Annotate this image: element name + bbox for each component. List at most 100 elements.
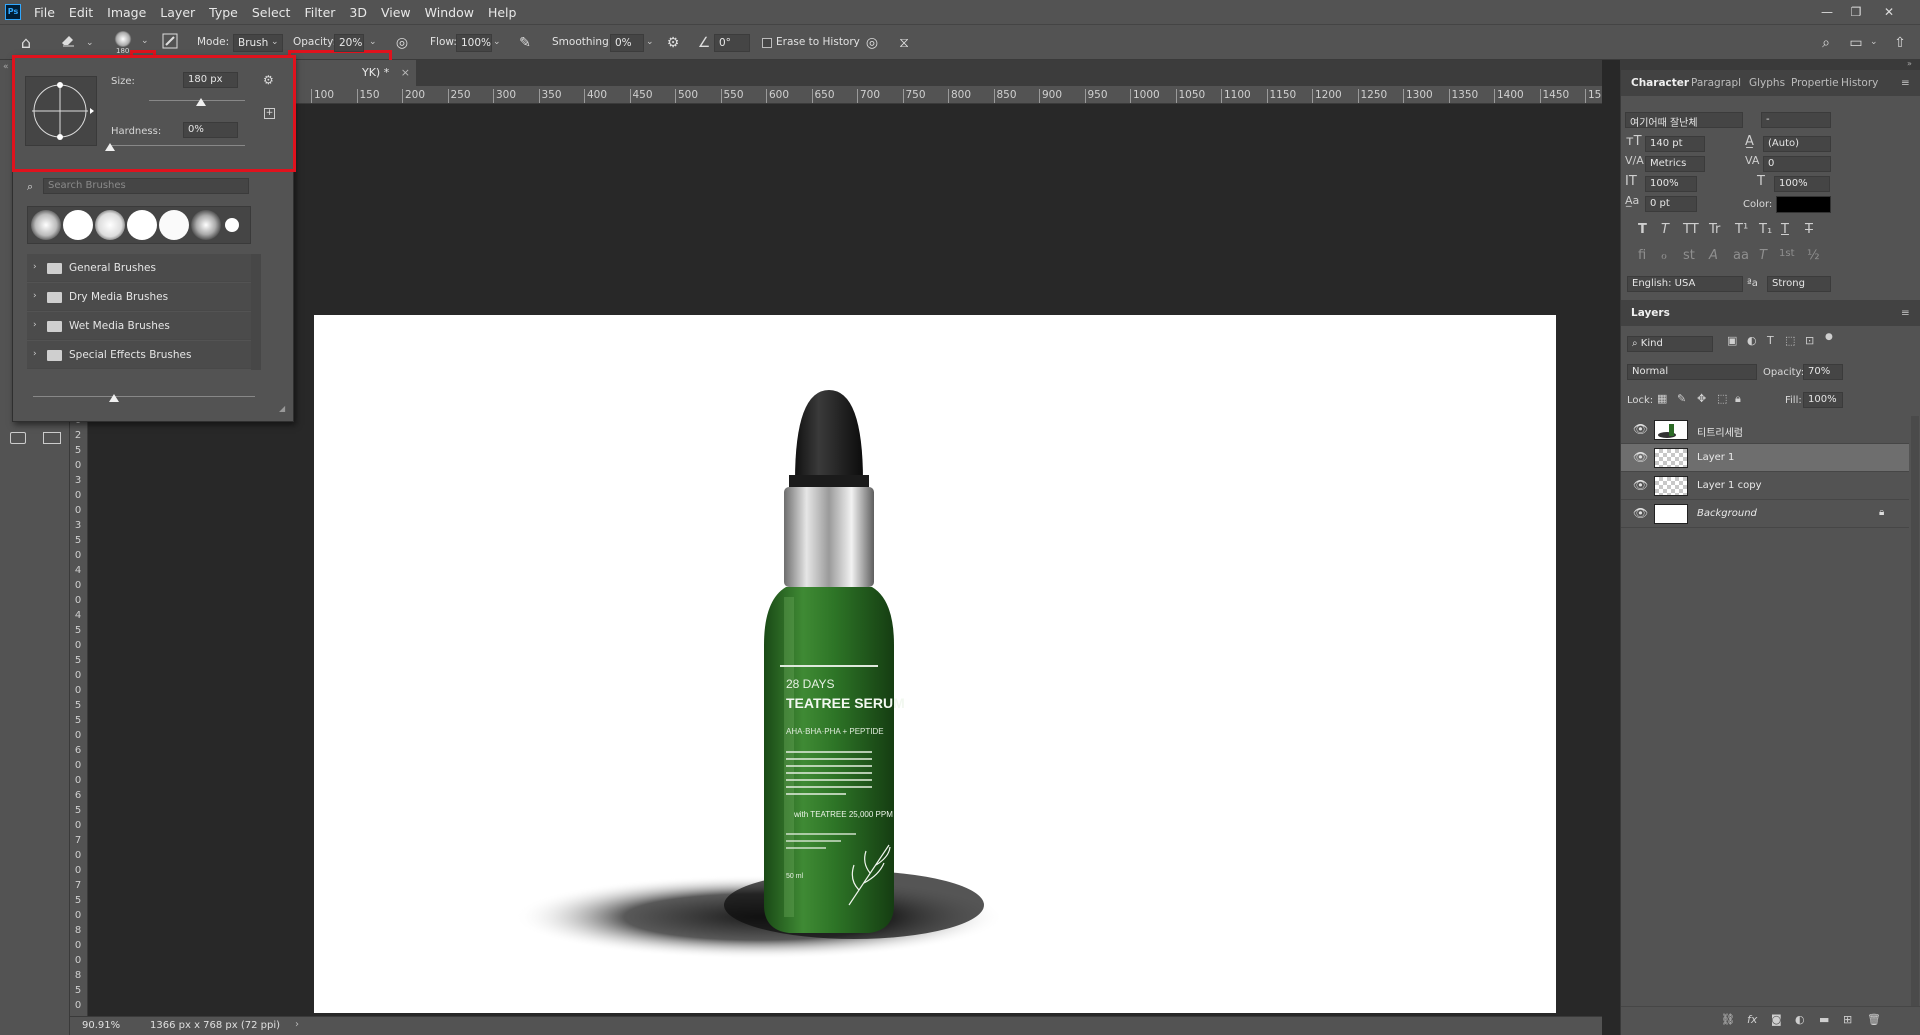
fractions-icon[interactable]: ½ <box>1807 248 1820 263</box>
faux-bold-icon[interactable]: T <box>1638 222 1647 237</box>
lock-position-icon[interactable]: ✥ <box>1697 392 1706 405</box>
tab-history[interactable]: History <box>1841 77 1878 89</box>
filter-shape-icon[interactable]: ⬚ <box>1785 334 1795 347</box>
lock-artboard-icon[interactable]: ⬚ <box>1717 392 1727 405</box>
discretionary-ligature-icon[interactable]: st <box>1683 248 1695 263</box>
smoothing-input[interactable]: 0% <box>610 34 644 52</box>
delete-layer-icon[interactable]: 🗑︎ <box>1867 1013 1881 1026</box>
superscript-icon[interactable]: T¹ <box>1735 222 1748 237</box>
visibility-eye-icon[interactable]: 👁︎ <box>1633 450 1648 464</box>
fill-input[interactable]: 100% <box>1803 392 1843 408</box>
brush-tip-7[interactable] <box>225 218 239 232</box>
menu-select[interactable]: Select <box>245 5 298 20</box>
layer-name[interactable]: 티트리세럼 <box>1697 424 1743 439</box>
menu-type[interactable]: Type <box>202 5 245 20</box>
erase-to-history-checkbox[interactable] <box>762 38 772 48</box>
flow-chevron-icon[interactable]: ⌄ <box>493 37 501 47</box>
layer-lock-icon[interactable]: 🔒︎ <box>1879 507 1884 518</box>
visibility-eye-icon[interactable]: 👁︎ <box>1633 478 1648 492</box>
filter-smart-object-icon[interactable]: ⊡ <box>1805 334 1814 347</box>
airbrush-icon[interactable]: ✎ <box>515 33 535 53</box>
filter-type-icon[interactable]: T <box>1767 334 1774 347</box>
menu-filter[interactable]: Filter <box>297 5 342 20</box>
lock-pixels-icon[interactable]: ✎ <box>1677 392 1686 405</box>
blend-mode-dropdown[interactable]: Normal <box>1627 364 1757 380</box>
old-style-icon[interactable]: ℴ <box>1661 248 1667 263</box>
smoothing-chevron-icon[interactable]: ⌄ <box>646 37 654 47</box>
all-caps-icon[interactable]: TT <box>1683 222 1699 237</box>
home-icon[interactable]: ⌂ <box>16 33 36 53</box>
collapse-panels-icon[interactable]: » <box>1907 59 1912 68</box>
brush-folder-wet-media[interactable]: › Wet Media Brushes <box>27 312 251 340</box>
tab-layers[interactable]: Layers <box>1631 307 1670 319</box>
font-style-dropdown[interactable]: - <box>1761 112 1831 128</box>
tab-character[interactable]: Character <box>1631 77 1689 89</box>
faux-italic-icon[interactable]: T <box>1661 222 1669 237</box>
opacity-input[interactable]: 20% <box>334 34 364 52</box>
symmetry-icon[interactable]: ⧖ <box>894 33 914 53</box>
horizontal-scale-input[interactable]: 100% <box>1774 176 1830 192</box>
layer-name[interactable]: Layer 1 copy <box>1697 480 1761 491</box>
visibility-eye-icon[interactable]: 👁︎ <box>1633 422 1648 436</box>
tool-preset-chevron-icon[interactable]: ⌄ <box>86 38 94 48</box>
menu-edit[interactable]: Edit <box>62 5 100 20</box>
expand-arrow-icon[interactable]: › <box>33 291 37 301</box>
document-tab[interactable]: YK) * × <box>292 60 416 86</box>
small-caps-icon[interactable]: Tr <box>1709 222 1720 237</box>
new-layer-icon[interactable]: ⊞ <box>1843 1013 1852 1026</box>
menu-3d[interactable]: 3D <box>342 5 374 20</box>
link-layers-icon[interactable]: ⛓ <box>1721 1013 1735 1026</box>
resize-grip-icon[interactable]: ◢ <box>279 404 285 413</box>
zoom-level[interactable]: 90.91% <box>82 1020 120 1031</box>
brush-folder-dry-media[interactable]: › Dry Media Brushes <box>27 283 251 311</box>
panel-menu-icon[interactable]: ≡ <box>1901 77 1910 89</box>
font-family-dropdown[interactable]: 여기어때 잘난체 <box>1625 112 1743 128</box>
layer-row[interactable]: 👁︎ Layer 1 <box>1621 444 1909 472</box>
brush-preview-icon[interactable] <box>114 31 132 47</box>
lock-transparency-icon[interactable]: ▦ <box>1657 392 1667 405</box>
gear-icon[interactable]: ⚙ <box>663 33 683 53</box>
angle-input[interactable]: 0° <box>714 34 750 52</box>
brush-tip-3[interactable] <box>95 210 125 240</box>
brush-tip-6[interactable] <box>191 210 221 240</box>
brush-folder-general[interactable]: › General Brushes <box>27 254 251 282</box>
photoshop-logo[interactable]: Ps <box>5 4 21 20</box>
mode-chevron-icon[interactable]: ⌄ <box>271 37 279 47</box>
menu-help[interactable]: Help <box>481 5 524 20</box>
flow-input[interactable]: 100% <box>456 34 492 52</box>
layer-row[interactable]: 👁︎ Layer 1 copy <box>1621 472 1909 500</box>
brush-tip-2[interactable] <box>63 210 93 240</box>
minimize-icon[interactable]: — <box>1814 2 1840 22</box>
kerning-dropdown[interactable]: Metrics <box>1645 156 1705 172</box>
canvas-area[interactable]: 28 DAYS TEATREE SERUM AHA·BHA·PHA + PEPT… <box>88 104 1602 1016</box>
collapse-toolbar-icon[interactable]: « <box>3 62 9 72</box>
layer-name[interactable]: Layer 1 <box>1697 452 1734 463</box>
filter-adjustment-icon[interactable]: ◐ <box>1747 334 1757 347</box>
brush-tip-5[interactable] <box>159 210 189 240</box>
tab-glyphs[interactable]: Glyphs <box>1749 77 1785 89</box>
underline-icon[interactable]: T <box>1781 222 1789 237</box>
layers-scrollbar[interactable] <box>1911 416 1919 1006</box>
pressure-size-icon[interactable]: ◎ <box>862 33 882 53</box>
brush-list-scrollbar[interactable] <box>251 254 261 370</box>
leading-input[interactable]: (Auto) <box>1763 136 1831 152</box>
language-dropdown[interactable]: English: USA <box>1627 276 1743 292</box>
document-info[interactable]: 1366 px x 768 px (72 ppi) <box>150 1020 280 1031</box>
swash-icon[interactable]: A <box>1709 248 1718 263</box>
tab-paragraph[interactable]: Paragrapl <box>1691 77 1741 89</box>
filter-pixel-icon[interactable]: ▣ <box>1727 334 1737 347</box>
subscript-icon[interactable]: T₁ <box>1759 222 1772 237</box>
eraser-tool-icon[interactable] <box>58 33 78 53</box>
tab-properties[interactable]: Propertie <box>1791 77 1839 89</box>
layer-style-icon[interactable]: fx <box>1747 1013 1757 1026</box>
strikethrough-icon[interactable]: T <box>1805 222 1813 237</box>
workspace-chevron-icon[interactable]: ⌄ <box>1870 37 1878 47</box>
text-color-swatch[interactable] <box>1776 196 1831 213</box>
menu-file[interactable]: File <box>27 5 62 20</box>
quick-mask-icon[interactable] <box>10 432 26 444</box>
brush-settings-icon[interactable] <box>160 33 180 53</box>
adjustment-layer-icon[interactable]: ◐ <box>1795 1013 1805 1026</box>
opacity-chevron-icon[interactable]: ⌄ <box>369 37 377 47</box>
angle-icon[interactable]: ∠ <box>694 33 714 53</box>
workspace-icon[interactable]: ▭ <box>1846 33 1866 53</box>
